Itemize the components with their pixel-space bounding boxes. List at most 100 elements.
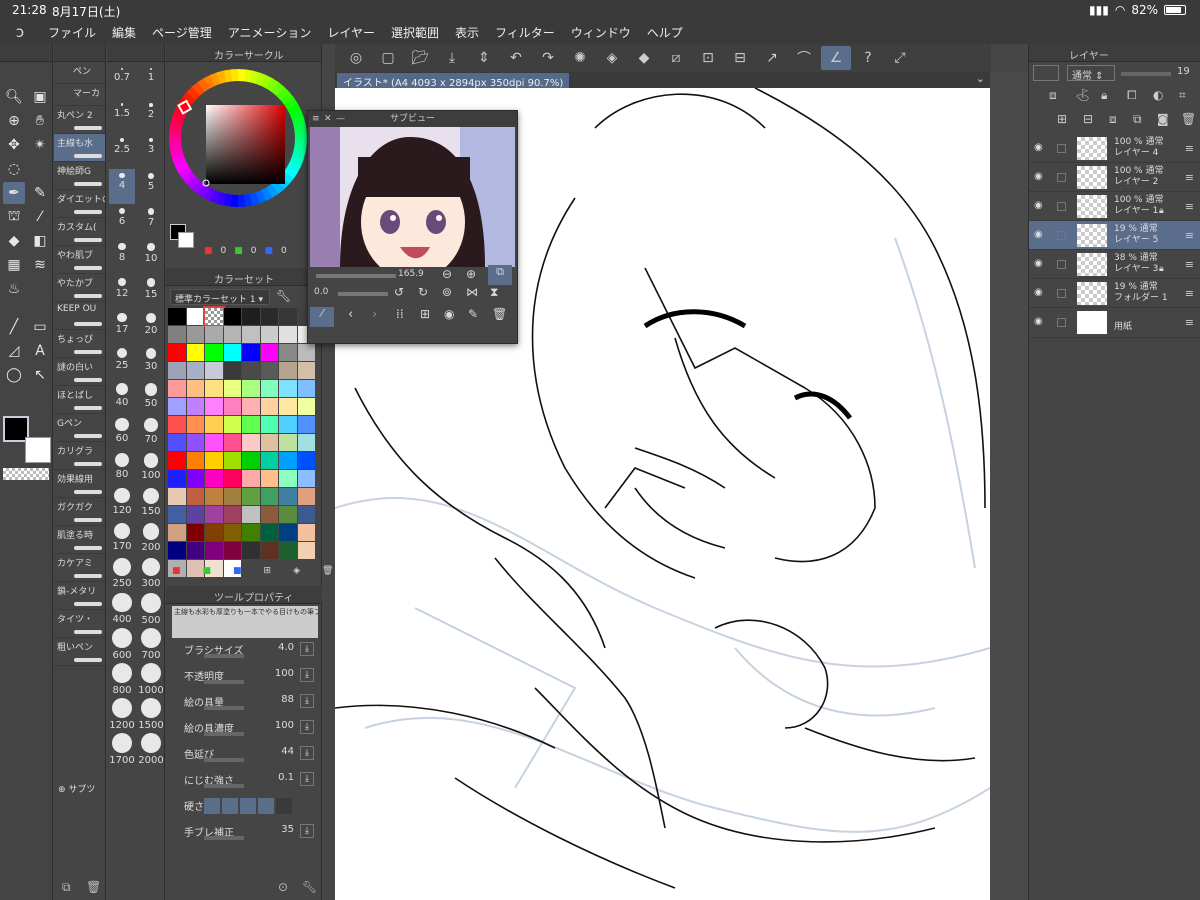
layer-select-checkbox[interactable] bbox=[1057, 202, 1066, 211]
palette-swatch[interactable] bbox=[186, 452, 204, 469]
tool-property-settings-icon[interactable]: 🔧︎ bbox=[302, 880, 317, 894]
palette-swatch[interactable] bbox=[260, 524, 278, 541]
property-slider[interactable] bbox=[204, 732, 244, 736]
mask-layer-icon[interactable]: ◐ bbox=[1153, 88, 1163, 102]
ruler-tool-icon[interactable]: ◿ bbox=[3, 340, 25, 362]
palette-swatch[interactable] bbox=[205, 470, 223, 487]
hand-tool-icon[interactable]: ✋︎ bbox=[29, 110, 51, 132]
palette-swatch[interactable] bbox=[205, 380, 223, 397]
palette-swatch[interactable] bbox=[186, 326, 204, 343]
new-folder-icon[interactable]: ⧈ bbox=[1109, 112, 1117, 127]
palette-swatch[interactable] bbox=[260, 506, 278, 523]
subtool-item[interactable]: Gペン bbox=[54, 414, 105, 442]
menu-view[interactable]: 表示 bbox=[447, 24, 487, 41]
palette-swatch[interactable] bbox=[168, 506, 186, 523]
palette-swatch[interactable] bbox=[260, 542, 278, 559]
delete-subtool-icon[interactable]: 🗑︎ bbox=[86, 880, 101, 894]
palette-swatch[interactable] bbox=[242, 452, 260, 469]
tool-property-row[interactable]: 不透明度 100 ⤓ bbox=[174, 666, 322, 692]
undo-icon[interactable]: ↶ bbox=[501, 46, 531, 70]
delete-color-icon[interactable]: 🗑︎ bbox=[322, 566, 333, 576]
menu-edit[interactable]: 編集 bbox=[104, 24, 144, 41]
palette-swatch[interactable] bbox=[242, 470, 260, 487]
menu-animation[interactable]: アニメーション bbox=[220, 24, 320, 41]
subtool-item[interactable]: 効果線用 bbox=[54, 470, 105, 498]
palette-swatch[interactable] bbox=[186, 470, 204, 487]
palette-swatch[interactable] bbox=[186, 416, 204, 433]
pattern-tool-icon[interactable]: ▦ bbox=[3, 254, 25, 276]
palette-swatch[interactable] bbox=[260, 380, 278, 397]
palette-swatch[interactable] bbox=[223, 524, 241, 541]
property-slider[interactable] bbox=[204, 706, 244, 710]
layer-row[interactable]: ◉ 19 % 通常 レイヤー 5 ≡ bbox=[1029, 221, 1200, 250]
subtool-item[interactable]: 粗いペン bbox=[54, 638, 105, 666]
palette-swatch[interactable] bbox=[260, 416, 278, 433]
eraser-tool-icon[interactable]: ◧ bbox=[29, 230, 51, 252]
tool-property-row[interactable]: 手ブレ補正 35 ⤓ bbox=[174, 822, 322, 848]
layer-row[interactable]: ◉ 38 % 通常 レイヤー 3 ≡ 🔒︎ bbox=[1029, 250, 1200, 279]
palette-swatch[interactable] bbox=[242, 506, 260, 523]
palette-swatch[interactable] bbox=[297, 362, 315, 379]
palette-swatch[interactable] bbox=[223, 416, 241, 433]
palette-swatch[interactable] bbox=[186, 308, 204, 325]
hardness-step[interactable] bbox=[258, 798, 274, 814]
palette-swatch[interactable] bbox=[205, 524, 223, 541]
palette-swatch[interactable] bbox=[242, 362, 260, 379]
brush-size-cell[interactable]: 500 bbox=[138, 589, 164, 626]
palette-swatch[interactable] bbox=[242, 326, 260, 343]
palette-swatch[interactable] bbox=[242, 308, 260, 325]
brush-size-cell[interactable]: 170 bbox=[109, 519, 135, 554]
open-icon[interactable]: 📂︎ bbox=[405, 46, 435, 70]
color-circle[interactable] bbox=[166, 62, 322, 220]
layer-color-select[interactable] bbox=[1033, 65, 1059, 81]
subtool-item[interactable]: ダイエットの bbox=[54, 190, 105, 218]
palette-swatch[interactable] bbox=[279, 488, 297, 505]
brush-size-cell[interactable]: 15 bbox=[138, 274, 164, 309]
color-set-selector[interactable]: 標準カラーセット 1 ▾ bbox=[170, 289, 270, 305]
palette-swatch[interactable] bbox=[260, 434, 278, 451]
palette-swatch[interactable] bbox=[205, 398, 223, 415]
palette-swatch[interactable] bbox=[223, 362, 241, 379]
subtool-item[interactable]: タイツ・ bbox=[54, 610, 105, 638]
ruler-layer-icon[interactable]: ⌗ bbox=[1179, 88, 1186, 103]
property-dynamics-icon[interactable]: ⤓ bbox=[300, 642, 314, 656]
palette-swatch[interactable] bbox=[297, 506, 315, 523]
loading-icon[interactable]: ✺ bbox=[565, 46, 595, 70]
palette-swatch[interactable] bbox=[168, 524, 186, 541]
edit-image-icon[interactable]: ✎ bbox=[468, 307, 478, 321]
palette-swatch[interactable] bbox=[205, 488, 223, 505]
snap-active-icon[interactable]: ∠ bbox=[821, 46, 851, 70]
brush-size-cell[interactable]: 60 bbox=[109, 414, 135, 449]
brush-size-cell[interactable]: 1000 bbox=[138, 659, 164, 696]
brush-size-cell[interactable]: 700 bbox=[138, 624, 164, 661]
palette-swatch[interactable] bbox=[205, 326, 223, 343]
pencil-tool-icon[interactable]: ✎ bbox=[29, 182, 51, 204]
palette-swatch[interactable] bbox=[297, 524, 315, 541]
image-list-icon[interactable]: ⁞⁞ bbox=[396, 307, 404, 321]
layer-menu-icon[interactable]: ≡ bbox=[1185, 171, 1194, 184]
palette-swatch[interactable] bbox=[223, 326, 241, 343]
palette-swatch[interactable] bbox=[223, 506, 241, 523]
subtool-item[interactable]: ほとばし bbox=[54, 386, 105, 414]
brush-size-cell[interactable]: 300 bbox=[138, 554, 164, 589]
add-color-icon[interactable]: ⊞ bbox=[264, 566, 272, 576]
tool-property-row[interactable]: 絵の具濃度 100 ⤓ bbox=[174, 718, 322, 744]
palette-swatch[interactable] bbox=[168, 452, 186, 469]
operation-tool-icon[interactable]: ⊕ bbox=[3, 110, 25, 132]
subtool-item[interactable]: 謎の白い bbox=[54, 358, 105, 386]
zoom-tool-icon[interactable]: 🔍︎ bbox=[3, 86, 25, 108]
brush-size-cell[interactable]: 5 bbox=[138, 169, 164, 204]
subview-minimize-icon[interactable]: — bbox=[336, 111, 345, 127]
menu-selection[interactable]: 選択範囲 bbox=[383, 24, 447, 41]
subtool-item[interactable]: 丸ペン 2 bbox=[54, 106, 105, 134]
new-raster-layer-icon[interactable]: ⊞ bbox=[1057, 112, 1067, 126]
hardness-steps[interactable] bbox=[204, 798, 292, 814]
replace-color-icon[interactable]: ◈ bbox=[293, 566, 300, 576]
palette-swatch[interactable] bbox=[260, 452, 278, 469]
palette-swatch[interactable] bbox=[168, 362, 186, 379]
brush-size-cell[interactable]: 12 bbox=[109, 274, 135, 309]
palette-swatch[interactable] bbox=[203, 306, 225, 327]
palette-swatch[interactable] bbox=[242, 380, 260, 397]
palette-swatch[interactable] bbox=[260, 470, 278, 487]
transparent-color-swatch[interactable] bbox=[3, 468, 49, 480]
